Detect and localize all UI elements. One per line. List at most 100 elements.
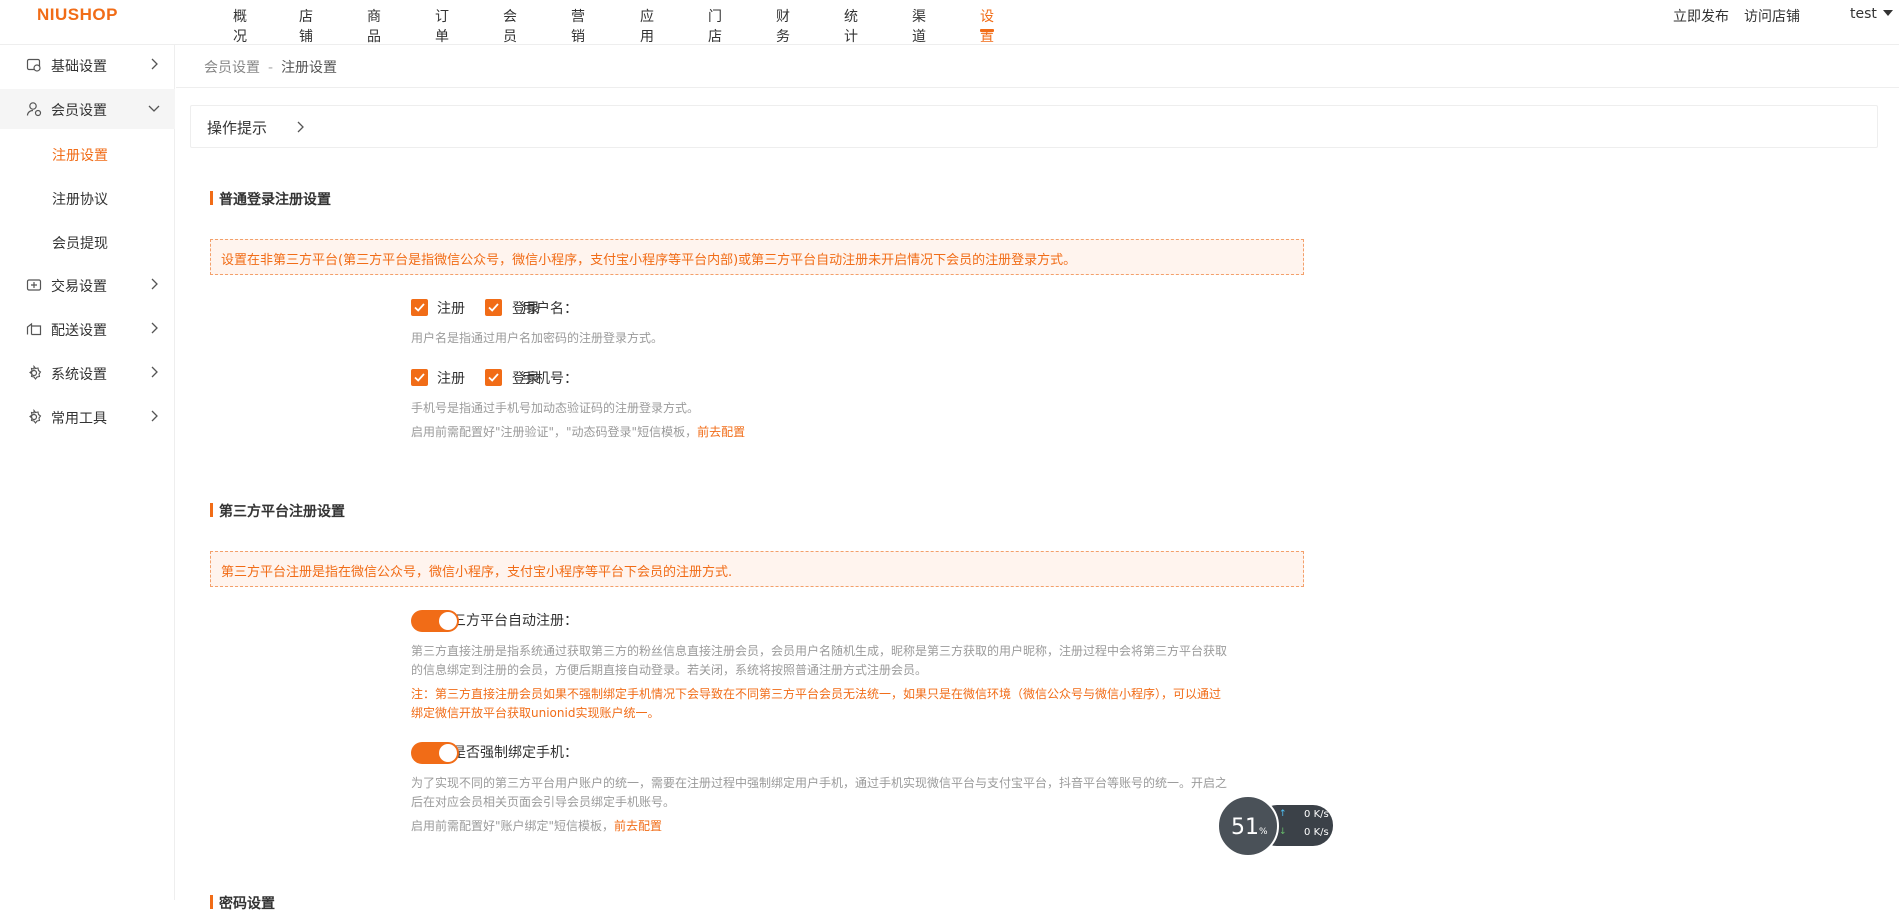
breadcrumb-parent[interactable]: 会员设置 (204, 60, 260, 76)
sidebar: 基础设置 会员设置 注册设置 注册协议 会员提现 交易设置 配送设置 系统设置 … (0, 45, 175, 900)
sidebar-item-label: 基础设置 (51, 59, 107, 75)
sidebar-sub-member-withdraw[interactable]: 会员提现 (52, 233, 108, 253)
breadcrumb-separator: - (268, 60, 274, 76)
check-icon (414, 373, 425, 382)
auto-register-warn-1: 注：第三方直接注册会员如果不强制绑定手机情况下会导致在不同第三方平台会员无法统一… (411, 687, 1222, 701)
nav-marketing[interactable]: 营销 (571, 6, 585, 46)
operation-tip-label: 操作提示 (207, 119, 268, 137)
sidebar-sub-register-agreement[interactable]: 注册协议 (52, 189, 108, 209)
upload-arrow-icon: ↑ (1279, 809, 1287, 819)
upload-speed: 0 K/s (1304, 809, 1329, 820)
check-icon (488, 303, 499, 312)
switch-knob (439, 612, 457, 630)
download-speed-unit: K/s (1313, 827, 1329, 838)
switch-knob (439, 744, 457, 762)
gear-icon (29, 365, 42, 380)
auto-register-help-1: 第三方直接注册是指系统通过获取第三方的粉丝信息直接注册会员，会员用户名随机生成，… (411, 644, 1228, 658)
chevron-down-icon (148, 105, 160, 112)
auto-register-help-2: 的信息绑定到注册的会员，方便后期直接自动登录。若关闭，系统将按照普通注册方式注册… (411, 663, 928, 677)
mobile-login-label: 登录 (512, 371, 540, 387)
chevron-right-icon (151, 410, 158, 422)
upload-speed-value: 0 (1304, 809, 1311, 820)
usage-percent-value: 51 (1231, 815, 1259, 840)
force-bind-label: 是否强制绑定手机： (452, 745, 578, 761)
network-speed-widget[interactable]: ↑ 0 K/s ↓ 0 K/s 51% (1217, 795, 1335, 857)
breadcrumb-current: 注册设置 (281, 60, 338, 76)
username-login-checkbox[interactable] (485, 299, 502, 316)
upload-speed-unit: K/s (1313, 809, 1329, 820)
nav-settings[interactable]: 设置 (980, 6, 994, 46)
chevron-right-icon (151, 322, 158, 334)
sidebar-item-label: 交易设置 (51, 279, 107, 295)
tool-icon (29, 409, 42, 424)
force-bind-help-config-text: 启用前需配置好"账户绑定"短信模板， (411, 819, 615, 833)
username-register-checkbox[interactable] (411, 299, 428, 316)
go-config-link[interactable]: 前去配置 (614, 819, 662, 833)
section-title-normal-login: 普通登录注册设置 (210, 189, 331, 209)
nav-orders[interactable]: 订单 (435, 6, 449, 46)
nav-stats[interactable]: 统计 (844, 6, 858, 46)
user-name: test (1850, 6, 1877, 22)
sidebar-item-system[interactable]: 系统设置 (0, 353, 175, 393)
mobile-help-config-text: 启用前需配置好"注册验证"，"动态码登录"短信模板， (411, 425, 698, 439)
nav-finance[interactable]: 财务 (776, 6, 790, 46)
member-icon (26, 102, 42, 117)
check-icon (414, 303, 425, 312)
download-arrow-icon: ↓ (1279, 827, 1287, 837)
chevron-right-icon (151, 366, 158, 378)
sidebar-item-label: 常用工具 (51, 411, 107, 427)
logo[interactable]: NIUSHOP (37, 5, 118, 25)
nav-stores[interactable]: 门店 (708, 6, 722, 46)
force-bind-help-2: 后在对应会员相关页面会引导会员绑定手机账号。 (411, 795, 676, 809)
check-icon (488, 373, 499, 382)
divider (176, 87, 1899, 88)
sidebar-item-basic[interactable]: 基础设置 (0, 45, 175, 85)
sidebar-item-label: 会员设置 (51, 103, 107, 119)
download-speed-value: 0 (1304, 827, 1311, 838)
force-bind-switch[interactable] (411, 742, 459, 764)
chevron-right-icon (297, 121, 304, 133)
usage-gauge: 51% (1217, 795, 1279, 857)
sidebar-item-trade[interactable]: 交易设置 (0, 265, 175, 305)
nav-shop[interactable]: 店铺 (299, 6, 313, 46)
sidebar-item-label: 系统设置 (51, 367, 107, 383)
nav-goods[interactable]: 商品 (367, 6, 381, 46)
go-config-link[interactable]: 前去配置 (697, 425, 745, 439)
auto-register-label: 允许三方平台自动注册： (424, 613, 578, 629)
download-speed: 0 K/s (1304, 827, 1329, 838)
mobile-help: 手机号是指通过手机号加动态验证码的注册登录方式。 (411, 401, 700, 415)
username-register-label: 注册 (437, 301, 465, 317)
mobile-help-config: 启用前需配置好"注册验证"，"动态码登录"短信模板，前去配置 (411, 423, 745, 442)
visit-store-link[interactable]: 访问店铺 (1744, 6, 1800, 26)
trade-icon (26, 279, 42, 291)
mobile-login-checkbox[interactable] (485, 369, 502, 386)
basic-settings-icon (26, 58, 41, 72)
nav-members[interactable]: 会员 (503, 6, 517, 46)
sidebar-sub-register-settings[interactable]: 注册设置 (52, 145, 108, 165)
user-menu[interactable]: test (1850, 6, 1893, 22)
alert-normal-login: 设置在非第三方平台(第三方平台是指微信公众号，微信小程序，支付宝小程序等平台内部… (210, 239, 1304, 275)
force-bind-help-config: 启用前需配置好"账户绑定"短信模板，前去配置 (411, 817, 662, 836)
usage-percent: 51% (1231, 815, 1268, 840)
nav-overview[interactable]: 概况 (233, 6, 247, 46)
nav-apps[interactable]: 应用 (640, 6, 654, 46)
auto-register-switch[interactable] (411, 610, 459, 632)
breadcrumb: 会员设置 - 注册设置 (204, 57, 337, 77)
alert-third-party: 第三方平台注册是指在微信公众号，微信小程序，支付宝小程序等平台下会员的注册方式. (210, 551, 1304, 587)
username-help: 用户名是指通过用户名加密码的注册登录方式。 (411, 331, 664, 345)
operation-tip-panel[interactable]: 操作提示 (190, 105, 1878, 148)
section-title-password: 密码设置 (210, 893, 275, 913)
sidebar-item-label: 配送设置 (51, 323, 107, 339)
nav-channels[interactable]: 渠道 (912, 6, 926, 46)
auto-register-warn-2: 绑定微信开放平台获取unionid实现账户统一。 (411, 706, 660, 720)
publish-link[interactable]: 立即发布 (1673, 6, 1729, 26)
sidebar-item-tools[interactable]: 常用工具 (0, 397, 175, 437)
sidebar-item-member[interactable]: 会员设置 (0, 89, 175, 129)
mobile-register-label: 注册 (437, 371, 465, 387)
force-bind-help-1: 为了实现不同的第三方平台用户账户的统一，需要在注册过程中强制绑定用户手机，通过手… (411, 776, 1228, 790)
username-login-label: 登录 (512, 301, 540, 317)
sidebar-item-delivery[interactable]: 配送设置 (0, 309, 175, 349)
mobile-register-checkbox[interactable] (411, 369, 428, 386)
section-title-third-party: 第三方平台注册设置 (210, 501, 345, 521)
delivery-icon (26, 322, 42, 336)
